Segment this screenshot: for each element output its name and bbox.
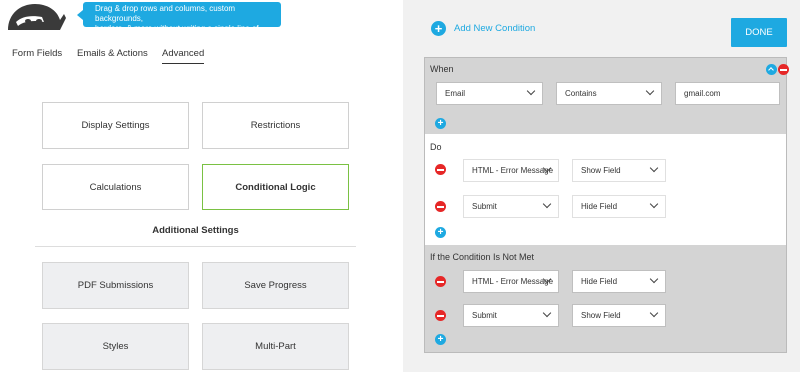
add-do-row-icon[interactable]: + (435, 227, 446, 238)
tab-emails-actions[interactable]: Emails & Actions (77, 48, 148, 63)
chevron-down-icon (645, 86, 655, 96)
remove-else-row-icon[interactable] (435, 276, 446, 287)
ninja-logo (8, 4, 66, 30)
else-section: If the Condition Is Not Met HTML - Error… (425, 245, 786, 352)
done-button[interactable]: DONE (731, 18, 787, 47)
do-action-value-1: Show Field (581, 166, 621, 175)
add-new-condition-button[interactable]: + Add New Condition (431, 20, 535, 37)
do-action-select-2[interactable]: Hide Field (572, 195, 666, 218)
remove-do-row-icon[interactable] (435, 201, 446, 212)
chevron-down-icon (526, 86, 536, 96)
add-when-row-icon[interactable]: + (435, 118, 446, 129)
chevron-down-icon (649, 199, 659, 209)
when-field-select[interactable]: Email (436, 82, 543, 105)
else-action-select-2[interactable]: Show Field (572, 304, 666, 327)
else-field-select-1[interactable]: HTML - Error Message (463, 270, 559, 293)
card-styles[interactable]: Styles (42, 323, 189, 370)
card-restrictions[interactable]: Restrictions (202, 102, 349, 149)
chevron-down-icon (542, 199, 552, 209)
card-display-settings[interactable]: Display Settings (42, 102, 189, 149)
when-label: When (430, 64, 454, 74)
do-action-select-1[interactable]: Show Field (572, 159, 666, 182)
chevron-down-icon (649, 308, 659, 318)
plus-icon: + (431, 21, 446, 36)
remove-condition-icon[interactable] (778, 64, 789, 75)
remove-do-row-icon[interactable] (435, 164, 446, 175)
when-section: When Email Contains gmail.com + (425, 58, 789, 134)
do-field-select-1[interactable]: HTML - Error Message (463, 159, 559, 182)
else-action-value-1: Hide Field (581, 277, 618, 286)
do-section: Do HTML - Error Message Show Field Submi… (425, 134, 786, 245)
conditional-logic-panel: + Add New Condition DONE When Email Cont… (403, 0, 800, 372)
chevron-down-icon (649, 274, 659, 284)
tab-advanced[interactable]: Advanced (162, 48, 205, 64)
card-multi-part[interactable]: Multi-Part (202, 323, 349, 370)
add-new-condition-label: Add New Condition (454, 23, 536, 34)
do-action-value-2: Hide Field (581, 202, 618, 211)
card-calculations[interactable]: Calculations (42, 164, 189, 210)
when-value-input[interactable]: gmail.com (675, 82, 780, 105)
else-field-select-2[interactable]: Submit (463, 304, 559, 327)
when-operator-select[interactable]: Contains (556, 82, 662, 105)
settings-tabs: Form Fields Emails & Actions Advanced (0, 48, 300, 68)
else-field-value-1: HTML - Error Message (472, 277, 554, 286)
do-label: Do (430, 142, 442, 152)
tooltip-line-1: Drag & drop rows and columns, custom bac… (95, 4, 236, 23)
left-panel: Drag & drop rows and columns, custom bac… (0, 0, 403, 372)
card-save-progress[interactable]: Save Progress (202, 262, 349, 309)
add-else-row-icon[interactable]: + (435, 334, 446, 345)
do-field-value-1: HTML - Error Message (472, 166, 554, 175)
else-action-value-2: Show Field (581, 311, 621, 320)
tab-form-fields[interactable]: Form Fields (12, 48, 62, 63)
chevron-down-icon (542, 308, 552, 318)
collapse-up-icon[interactable] (766, 64, 777, 75)
when-operator-value: Contains (565, 89, 597, 98)
header-band: Drag & drop rows and columns, custom bac… (0, 0, 403, 43)
when-field-value: Email (445, 89, 466, 98)
chevron-down-icon (649, 163, 659, 173)
else-field-value-2: Submit (472, 311, 497, 320)
tooltip-line-2: borders, & more without writing a single… (95, 24, 259, 43)
remove-else-row-icon[interactable] (435, 310, 446, 321)
do-field-select-2[interactable]: Submit (463, 195, 559, 218)
additional-settings-title: Additional Settings (152, 225, 239, 236)
else-action-select-1[interactable]: Hide Field (572, 270, 666, 293)
condition-box: When Email Contains gmail.com + Do HTML … (424, 57, 789, 353)
promo-tooltip: Drag & drop rows and columns, custom bac… (77, 2, 281, 43)
card-conditional-logic[interactable]: Conditional Logic (202, 164, 349, 210)
do-field-value-2: Submit (472, 202, 497, 211)
card-pdf-submissions[interactable]: PDF Submissions (42, 262, 189, 309)
section-divider (35, 246, 356, 247)
else-label: If the Condition Is Not Met (430, 252, 535, 262)
